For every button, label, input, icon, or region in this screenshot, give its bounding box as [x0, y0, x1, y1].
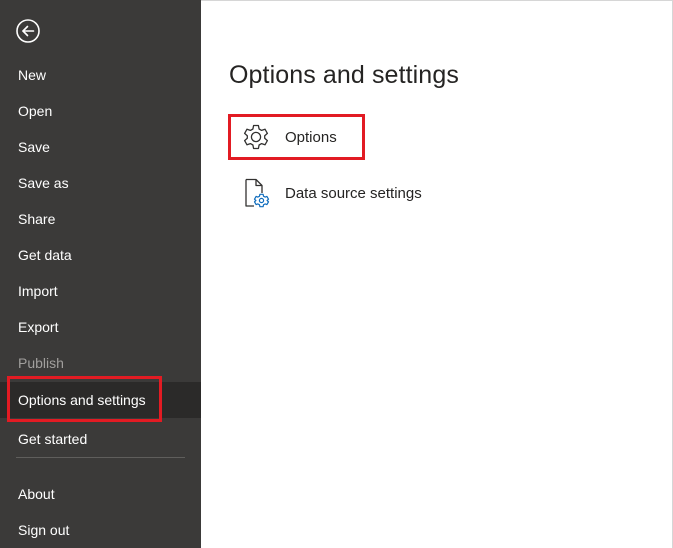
sidebar-item-save[interactable]: Save: [0, 129, 201, 165]
sidebar-item-publish: Publish: [0, 345, 201, 381]
app-window: New Open Save Save as Share Get data Imp…: [0, 0, 673, 548]
gear-icon: [241, 121, 271, 153]
sidebar-item-label: Get started: [18, 431, 88, 447]
sidebar-item-label: Share: [18, 211, 56, 227]
data-source-settings-label: Data source settings: [285, 184, 422, 202]
sidebar-item-get-started[interactable]: Get started: [0, 421, 201, 457]
options-button[interactable]: Options: [241, 119, 337, 155]
sidebar-item-open[interactable]: Open: [0, 93, 201, 129]
sidebar-divider: [16, 457, 185, 458]
sidebar-item-label: Import: [18, 283, 58, 299]
sidebar-item-label: Save as: [18, 175, 69, 191]
sidebar-item-label: Open: [18, 103, 53, 119]
sidebar-item-label: Get data: [18, 247, 72, 263]
sidebar-item-get-data[interactable]: Get data: [0, 237, 201, 273]
sidebar-item-new[interactable]: New: [0, 57, 201, 93]
back-button[interactable]: [15, 18, 41, 44]
sidebar-item-label: Save: [18, 139, 50, 155]
options-label: Options: [285, 128, 337, 146]
sidebar-item-label: Options and settings: [18, 392, 146, 408]
sidebar-item-share[interactable]: Share: [0, 201, 201, 237]
sidebar-item-label: New: [18, 67, 47, 83]
main-panel: Options and settings Options Data source…: [201, 0, 673, 548]
sidebar-item-export[interactable]: Export: [0, 309, 201, 345]
sidebar: New Open Save Save as Share Get data Imp…: [0, 0, 201, 548]
sidebar-item-label: Publish: [18, 355, 64, 371]
sidebar-item-save-as[interactable]: Save as: [0, 165, 201, 201]
page-title: Options and settings: [229, 61, 459, 89]
back-arrow-icon: [16, 19, 40, 43]
data-source-settings-icon: [241, 177, 271, 209]
sidebar-item-sign-out[interactable]: Sign out: [0, 512, 201, 548]
sidebar-item-label: Export: [18, 319, 59, 335]
sidebar-item-import[interactable]: Import: [0, 273, 201, 309]
sidebar-item-options-and-settings[interactable]: Options and settings: [0, 382, 201, 418]
sidebar-item-label: About: [18, 486, 55, 502]
sidebar-item-label: Sign out: [18, 522, 70, 538]
data-source-settings-button[interactable]: Data source settings: [241, 175, 422, 211]
sidebar-item-about[interactable]: About: [0, 476, 201, 512]
